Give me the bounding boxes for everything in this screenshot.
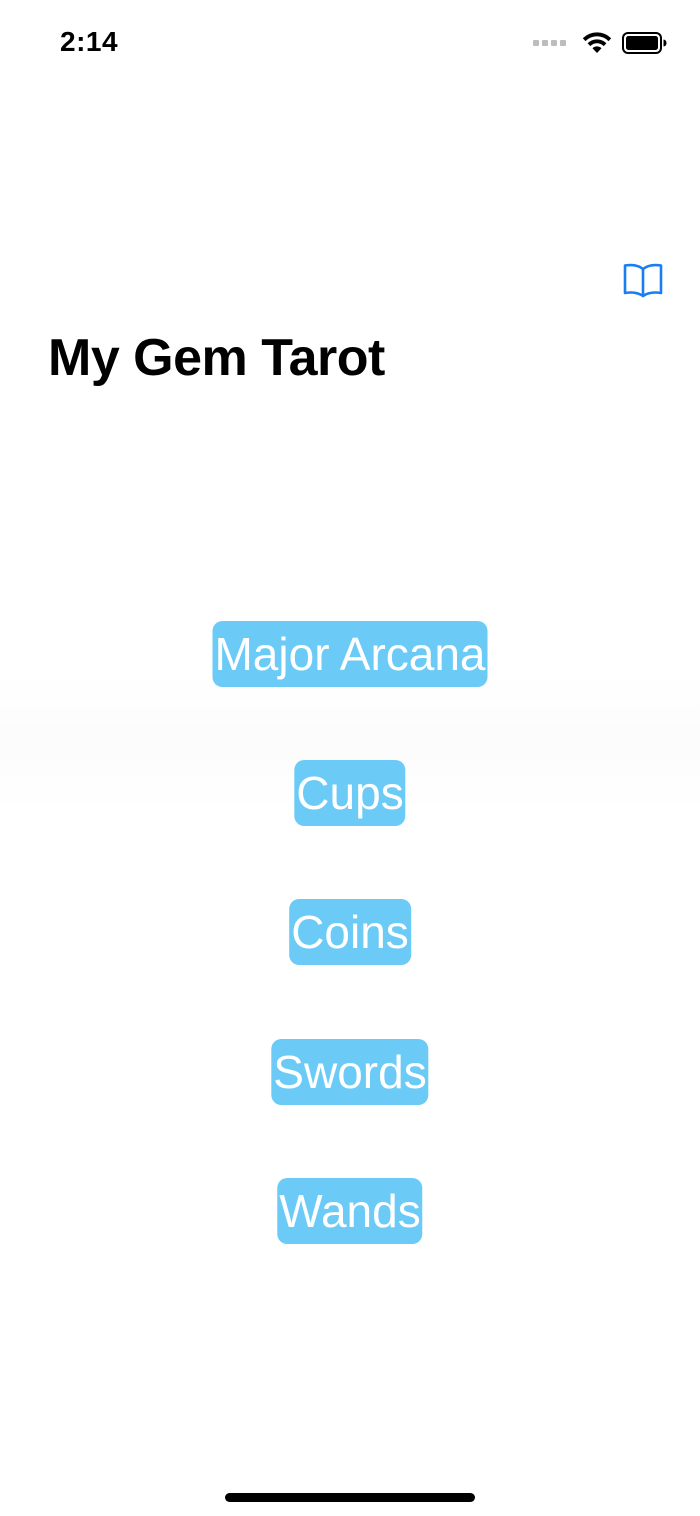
swords-button[interactable]: Swords [271,1039,429,1105]
cups-button[interactable]: Cups [294,760,406,826]
major-arcana-button[interactable]: Major Arcana [212,621,488,687]
coins-button[interactable]: Coins [289,899,411,965]
suit-menu: Major Arcana Cups Coins Swords Wands [0,0,700,1516]
wands-button[interactable]: Wands [277,1178,423,1244]
home-indicator[interactable] [225,1493,475,1502]
app-screen: 2:14 My Gem Tarot Major Arcana Cups Coin… [0,0,700,1516]
